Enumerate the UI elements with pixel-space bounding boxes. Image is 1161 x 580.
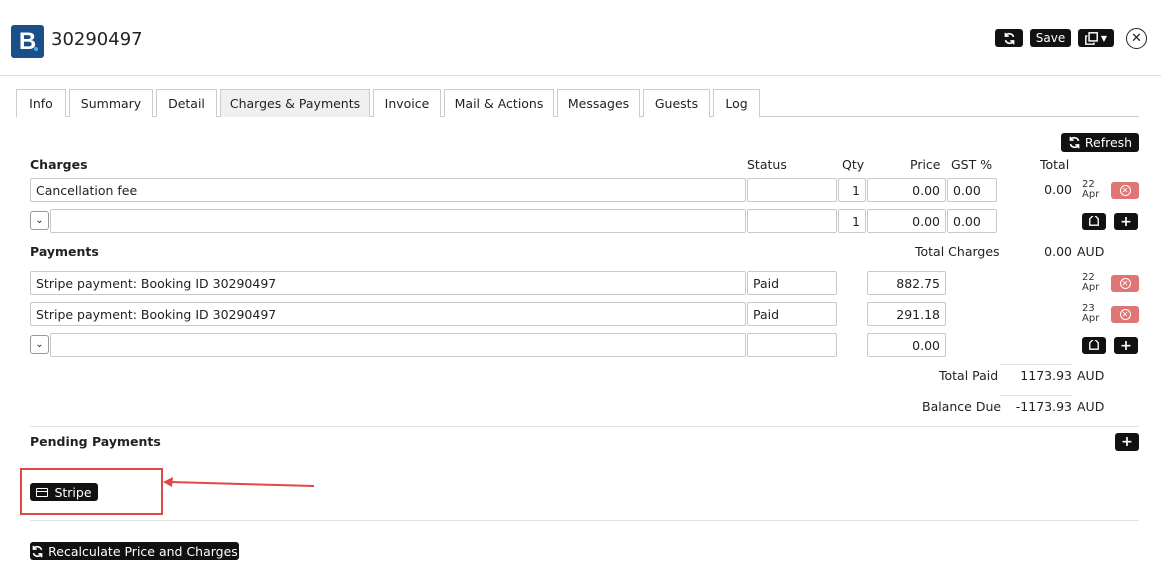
charge-type-dropdown[interactable]: ⌄ [30,211,49,230]
payment-date-month: Apr [1082,282,1100,293]
new-payment-amount-field[interactable]: 0.00 [867,333,946,357]
new-charge-qty-field[interactable]: 1 [838,209,866,233]
payment-date-month: Apr [1082,313,1100,324]
save-button[interactable]: Save [1030,29,1071,47]
total-charges-currency: AUD [1077,244,1105,259]
tab-charges-payments[interactable]: Charges & Payments [220,89,370,117]
chevron-down-icon: ⌄ [35,339,44,350]
payment-amount-field[interactable]: 291.18 [867,302,946,326]
payment-date: 22 Apr [1082,273,1099,293]
total-paid-currency: AUD [1077,368,1105,383]
column-total: Total [1040,157,1070,172]
sync-icon [1004,32,1014,44]
balance-due-label: Balance Due [922,399,1002,414]
new-charge-description-field[interactable] [50,209,746,233]
sync-button[interactable] [995,29,1023,47]
close-button[interactable]: ✕ [1126,28,1147,49]
section-divider [30,426,1139,427]
annotation-arrow [163,477,315,487]
charge-date: 22 Apr [1082,180,1099,200]
charge-status-field[interactable] [747,178,837,202]
tab-guests[interactable]: Guests [643,89,710,117]
tab-mail-actions[interactable]: Mail & Actions [444,89,554,117]
charge-date-month: Apr [1082,189,1100,200]
app-logo: B [11,25,44,58]
tag-icon [1089,339,1099,350]
total-paid-label: Total Paid [939,368,999,383]
credit-card-icon [36,487,49,497]
section-divider [30,520,1139,521]
copy-icon [1085,31,1098,45]
column-status: Status [747,157,787,172]
tab-log[interactable]: Log [713,89,760,117]
total-paid-value: 1173.93 [1020,368,1072,383]
new-charge-gst-field[interactable]: 0.00 [947,209,997,233]
column-qty: Qty [842,157,865,172]
header-divider [0,75,1161,76]
new-charge-status-field[interactable] [747,209,837,233]
payment-description-field[interactable]: Stripe payment: Booking ID 30290497 [30,302,746,326]
delete-payment-button[interactable]: ✕ [1111,275,1139,292]
tab-summary[interactable]: Summary [69,89,153,117]
add-pending-payment-button[interactable]: + [1115,433,1139,451]
recalculate-button[interactable]: Recalculate Price and Charges [30,542,239,560]
stripe-button[interactable]: Stripe [30,483,98,501]
pending-payments-heading: Pending Payments [30,434,161,449]
delete-payment-button[interactable]: ✕ [1111,306,1139,323]
column-price: Price [910,157,941,172]
add-payment-button[interactable]: + [1114,337,1138,354]
stripe-label: Stripe [54,484,92,500]
delete-charge-button[interactable]: ✕ [1111,182,1139,199]
recalculate-label: Recalculate Price and Charges [48,543,238,559]
charge-qty-field[interactable]: 1 [838,178,866,202]
payments-heading: Payments [30,244,99,259]
payment-amount-field[interactable]: 882.75 [867,271,946,295]
payment-status-field[interactable]: Paid [747,302,837,326]
balance-due-currency: AUD [1077,399,1105,414]
total-paid-divider [1000,364,1072,365]
balance-due-value: -1173.93 [1015,399,1072,414]
close-icon: ✕ [1131,31,1142,46]
total-charges-value: 0.00 [1044,244,1072,259]
payment-discount-button[interactable] [1082,337,1106,354]
copy-menu-button[interactable]: ▼ [1078,29,1114,47]
refresh-label: Refresh [1084,135,1133,150]
remove-icon: ✕ [1119,278,1131,289]
payment-date: 23 Apr [1082,304,1099,324]
plus-icon: + [1120,337,1132,354]
new-payment-status-field[interactable] [747,333,837,357]
charge-gst-field[interactable]: 0.00 [947,178,997,202]
charge-description-field[interactable]: Cancellation fee [30,178,746,202]
column-gst: GST % [951,157,993,172]
tab-invoice[interactable]: Invoice [373,89,441,117]
add-charge-button[interactable]: + [1114,213,1138,230]
booking-id-title: 30290497 [51,29,143,50]
new-charge-price-field[interactable]: 0.00 [867,209,946,233]
balance-due-divider [1000,395,1072,396]
charge-price-field[interactable]: 0.00 [867,178,946,202]
total-charges-label: Total Charges [915,244,1000,259]
refresh-icon [32,545,43,557]
tag-icon [1089,215,1099,226]
payment-description-field[interactable]: Stripe payment: Booking ID 30290497 [30,271,746,295]
remove-icon: ✕ [1119,309,1131,320]
tab-info[interactable]: Info [16,89,66,117]
tab-bar: Info Summary Detail Charges & Payments I… [16,89,1139,117]
caret-down-icon: ▼ [1100,33,1108,43]
plus-icon: + [1120,213,1132,230]
refresh-icon [1069,136,1080,149]
tab-messages[interactable]: Messages [557,89,640,117]
chevron-down-icon: ⌄ [35,215,44,226]
charge-total-value: 0.00 [1044,182,1072,197]
remove-icon: ✕ [1119,185,1131,196]
charge-discount-button[interactable] [1082,213,1106,230]
new-payment-description-field[interactable] [50,333,746,357]
payment-type-dropdown[interactable]: ⌄ [30,335,49,354]
tab-detail[interactable]: Detail [156,89,217,117]
refresh-button[interactable]: Refresh [1061,133,1139,152]
payment-status-field[interactable]: Paid [747,271,837,295]
plus-icon: + [1121,434,1133,450]
charges-heading: Charges [30,157,88,172]
